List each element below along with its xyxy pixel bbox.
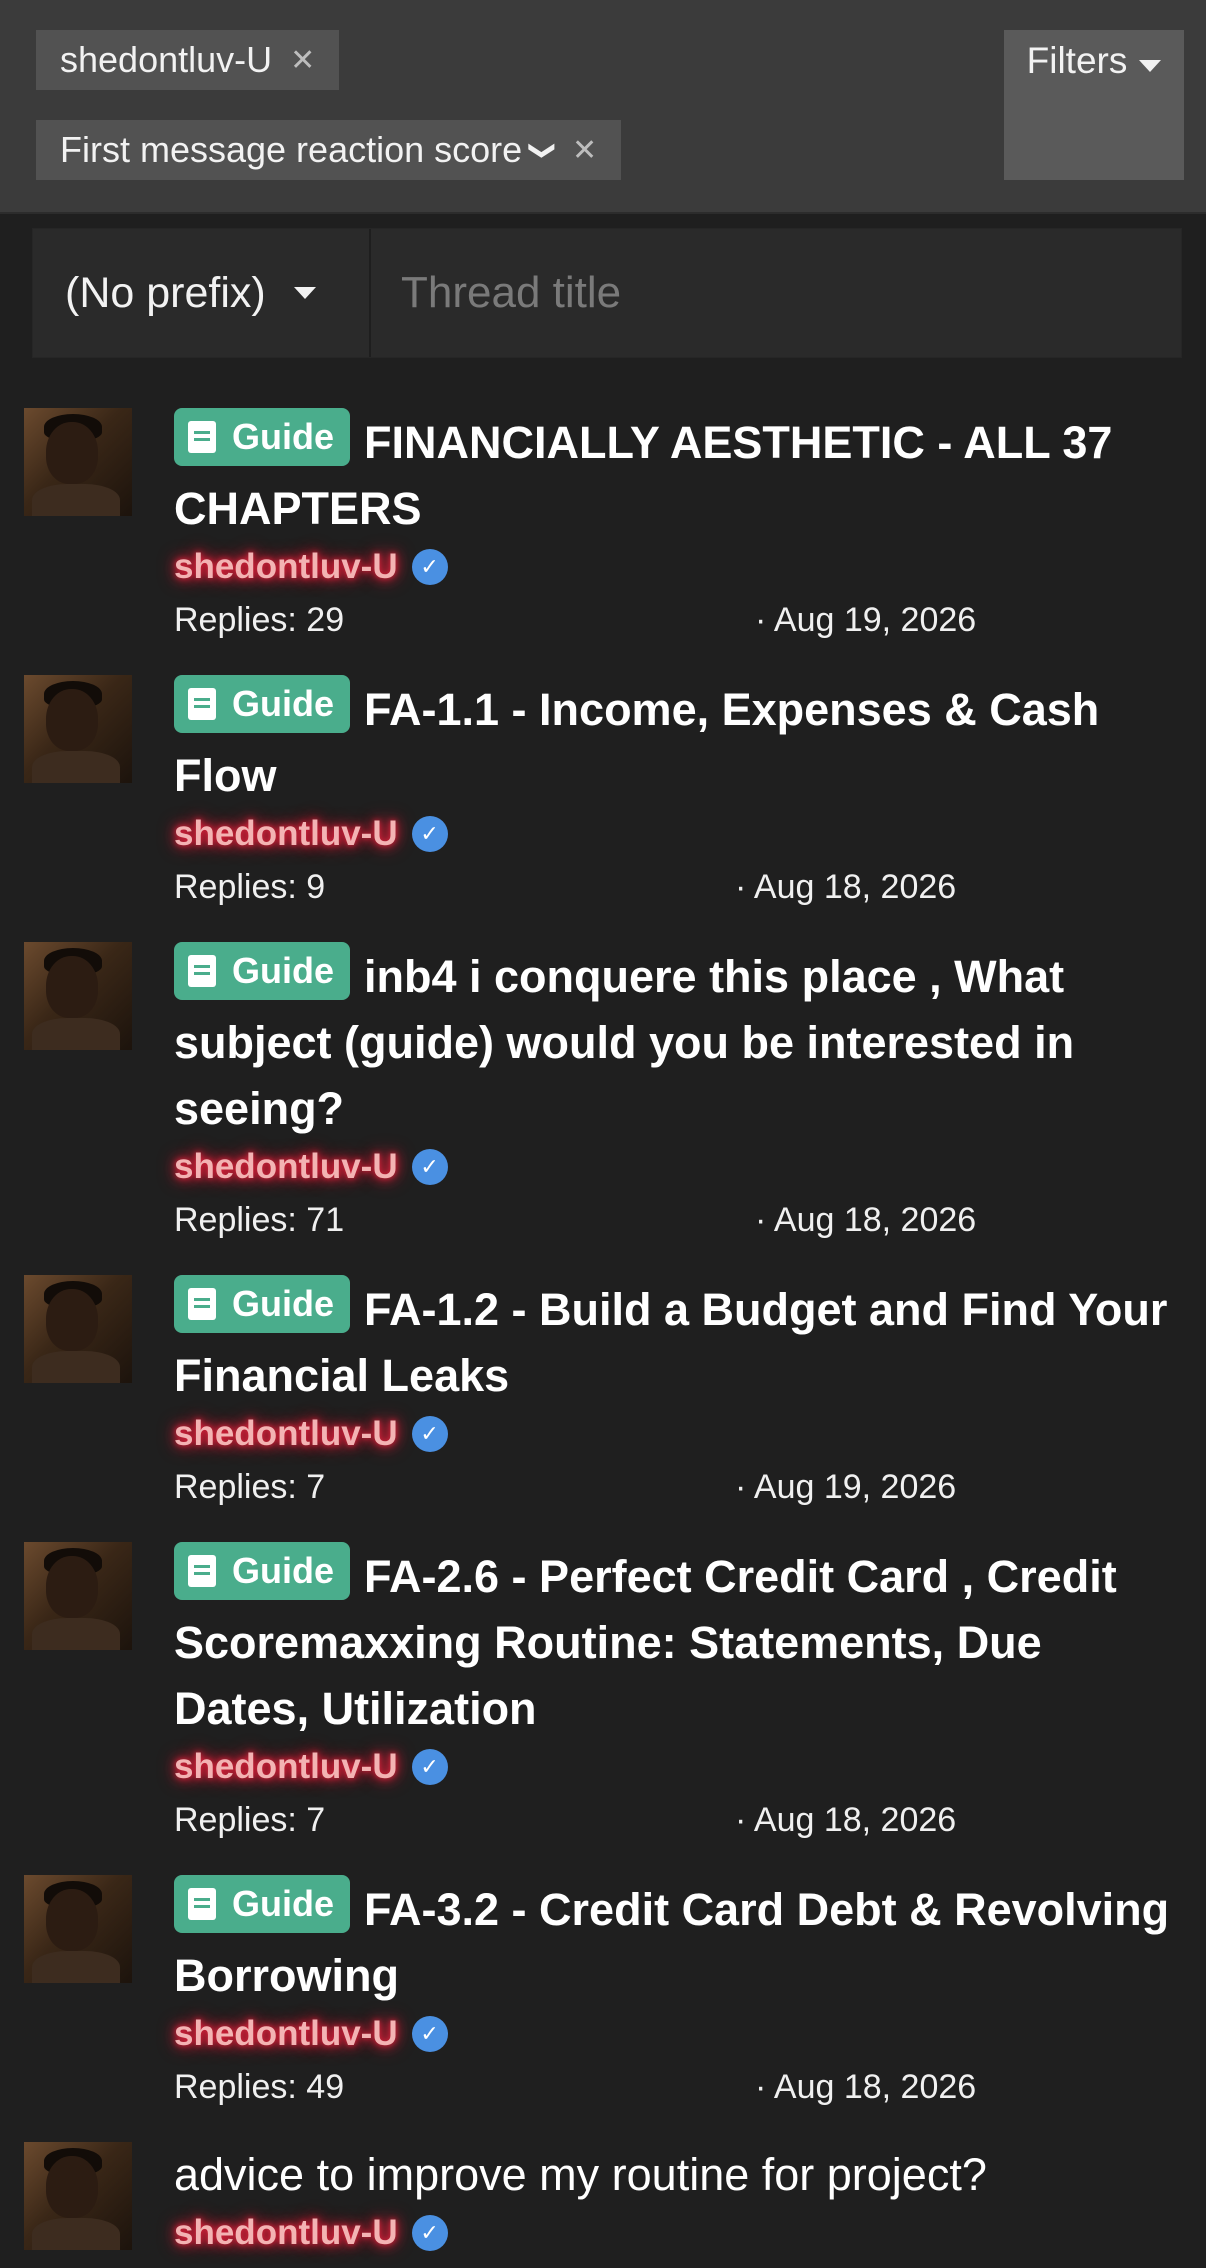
filter-chip-sort-label: First message reaction score (60, 129, 523, 170)
avatar[interactable] (24, 1875, 132, 1983)
thread-date[interactable]: · Aug 19, 2026 (755, 592, 976, 648)
thread-title[interactable]: Guide FA-3.2 - Credit Card Debt & Revolvi… (174, 1875, 1184, 2009)
avatar[interactable] (24, 1542, 132, 1650)
prefix-badge-label: Guide (232, 950, 335, 991)
thread-author[interactable]: shedontluv-U ✓ (174, 542, 1184, 592)
thread-title[interactable]: Guide inb4 i conquere this place , What s… (174, 942, 1184, 1142)
author-username[interactable]: shedontluv-U (174, 1409, 398, 1459)
caret-down-icon (1139, 60, 1162, 72)
prefix-badge[interactable]: Guide (174, 1275, 351, 1333)
prefix-badge-label: Guide (232, 1883, 335, 1924)
thread-date[interactable]: · Aug 18, 2026 (755, 1192, 976, 1248)
avatar[interactable] (24, 1275, 132, 1383)
thread-author[interactable]: shedontluv-U ✓ (174, 1742, 1184, 1792)
thread-title[interactable]: Guide FA-1.2 - Build a Budget and Find Yo… (174, 1275, 1184, 1409)
author-username[interactable]: shedontluv-U (174, 809, 398, 859)
thread-meta: Replies: 7 · Aug 18, 2026 (174, 1792, 1184, 1848)
thread-author[interactable]: shedontluv-U ✓ (174, 2208, 1184, 2258)
close-icon[interactable]: ✕ (290, 43, 315, 78)
filter-chip-user[interactable]: shedontluv-U ✕ (36, 30, 340, 90)
thread-meta: Replies: 49 · Aug 18, 2026 (174, 2059, 1184, 2115)
verified-check-icon: ✓ (411, 2215, 448, 2251)
book-icon (188, 955, 216, 987)
thread-author[interactable]: shedontluv-U ✓ (174, 809, 1184, 859)
prefix-badge[interactable]: Guide (174, 408, 351, 466)
avatar[interactable] (24, 675, 132, 783)
verified-check-icon: ✓ (411, 549, 448, 585)
thread-meta: Replies: 29 · Aug 19, 2026 (174, 592, 1184, 648)
replies-count: Replies: 29 (174, 601, 345, 639)
verified-check-icon: ✓ (411, 1149, 448, 1185)
verified-check-icon: ✓ (411, 816, 448, 852)
replies-count: Replies: 71 (174, 1201, 345, 1239)
prefix-badge[interactable]: Guide (174, 942, 351, 1000)
thread-title[interactable]: advice to improve my routine for project… (174, 2142, 1184, 2208)
author-username[interactable]: shedontluv-U (174, 1142, 398, 1192)
verified-check-icon: ✓ (411, 2016, 448, 2052)
book-icon (188, 1288, 216, 1320)
thread-title[interactable]: Guide FA-1.1 - Income, Expenses & Cash Fl… (174, 675, 1184, 809)
prefix-badge[interactable]: Guide (174, 1875, 351, 1933)
replies-count: Replies: 7 (174, 1801, 326, 1839)
thread-title-input[interactable] (371, 229, 1181, 357)
book-icon (188, 1555, 216, 1587)
avatar[interactable] (24, 408, 132, 516)
thread-meta: Replies: 9 · Aug 18, 2026 (174, 859, 1184, 915)
thread-date[interactable]: · Aug 19, 2026 (735, 1459, 956, 1515)
thread-title-text: advice to improve my routine for project… (174, 2149, 987, 2200)
filter-bar: shedontluv-U ✕ First message reaction sc… (0, 0, 1206, 214)
prefix-badge-label: Guide (232, 683, 335, 724)
thread-author[interactable]: shedontluv-U ✓ (174, 1409, 1184, 1459)
filters-button-label: Filters (1026, 40, 1128, 81)
prefix-badge[interactable]: Guide (174, 1542, 351, 1600)
thread-meta: Replies: 7 · Aug 19, 2026 (174, 1459, 1184, 1515)
quick-thread-form: (No prefix) (32, 228, 1182, 358)
prefix-badge-label: Guide (232, 416, 335, 457)
prefix-badge-label: Guide (232, 1283, 335, 1324)
prefix-badge-label: Guide (232, 1550, 335, 1591)
verified-check-icon: ✓ (411, 1749, 448, 1785)
replies-count: Replies: 49 (174, 2068, 345, 2106)
prefix-select[interactable]: (No prefix) (33, 229, 371, 357)
author-username[interactable]: shedontluv-U (174, 1742, 398, 1792)
thread-date[interactable]: · Aug 18, 2026 (735, 859, 956, 915)
caret-down-icon (293, 287, 316, 299)
book-icon (188, 688, 216, 720)
author-username[interactable]: shedontluv-U (174, 2208, 398, 2258)
thread-author[interactable]: shedontluv-U ✓ (174, 2009, 1184, 2059)
thread-title[interactable]: Guide FA-2.6 - Perfect Credit Card , Cred… (174, 1542, 1184, 1742)
close-icon[interactable]: ✕ (572, 133, 597, 168)
author-username[interactable]: shedontluv-U (174, 542, 398, 592)
chevron-down-icon[interactable]: ❯ (528, 139, 559, 161)
filter-chip-sort[interactable]: First message reaction score ❯ ✕ (36, 120, 622, 180)
prefix-select-label: (No prefix) (65, 268, 266, 317)
replies-count: Replies: 9 (174, 868, 326, 906)
replies-count: Replies: 7 (174, 1468, 326, 1506)
author-username[interactable]: shedontluv-U (174, 2009, 398, 2059)
thread-date[interactable]: · Aug 18, 2026 (755, 2059, 976, 2115)
book-icon (188, 421, 216, 453)
thread-title[interactable]: Guide FINANCIALLY AESTHETIC - ALL 37 CHAP… (174, 408, 1184, 542)
thread-meta: Replies: 71 · Aug 18, 2026 (174, 1192, 1184, 1248)
book-icon (188, 1888, 216, 1920)
verified-check-icon: ✓ (411, 1416, 448, 1452)
prefix-badge[interactable]: Guide (174, 675, 351, 733)
filters-button[interactable]: Filters (1004, 30, 1184, 180)
avatar[interactable] (24, 942, 132, 1050)
thread-date[interactable]: · Aug 18, 2026 (735, 1792, 956, 1848)
thread-author[interactable]: shedontluv-U ✓ (174, 1142, 1184, 1192)
avatar[interactable] (24, 2142, 132, 2250)
filter-chip-user-label: shedontluv-U (60, 39, 273, 80)
